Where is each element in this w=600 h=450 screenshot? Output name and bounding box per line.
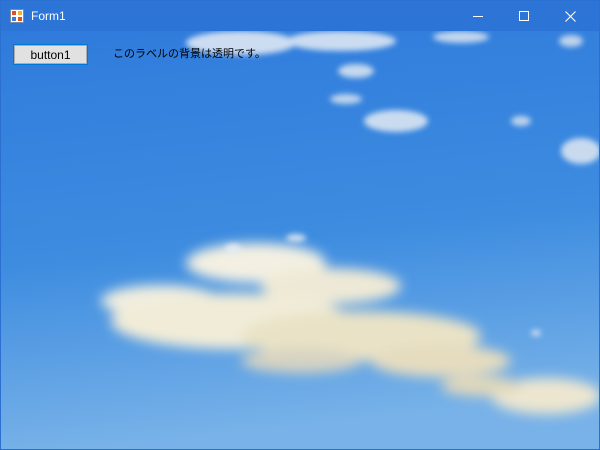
form1-window: Form1 button1 このラベルの背景は透明です。 — [0, 0, 600, 450]
minimize-button[interactable] — [455, 1, 501, 31]
app-icon — [10, 9, 24, 23]
title-bar[interactable]: Form1 — [1, 1, 599, 31]
minimize-icon — [473, 16, 483, 17]
transparent-label: このラベルの背景は透明です。 — [113, 47, 266, 60]
sky-background-image — [1, 31, 599, 449]
maximize-button[interactable] — [501, 1, 547, 31]
maximize-icon — [519, 11, 529, 21]
button1[interactable]: button1 — [13, 44, 88, 65]
close-icon — [564, 10, 576, 22]
window-title: Form1 — [31, 9, 66, 23]
form-client-area: button1 このラベルの背景は透明です。 — [1, 31, 599, 449]
close-button[interactable] — [547, 1, 593, 31]
